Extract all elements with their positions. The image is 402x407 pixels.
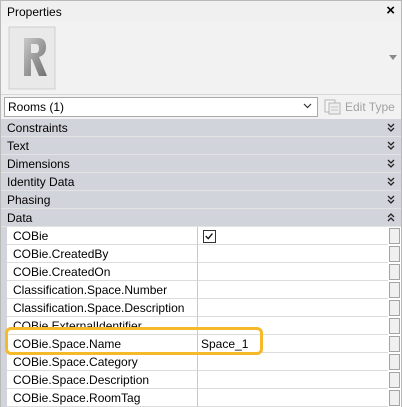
category-constraints[interactable]: Constraints (1, 119, 401, 137)
double-chevron-down-icon[interactable] (387, 177, 395, 186)
property-name-label: COBie.Space.RoomTag (13, 391, 141, 405)
associate-parameter-button[interactable] (389, 264, 400, 280)
associate-parameter-button[interactable] (389, 336, 400, 352)
property-name-label: COBie.Space.Description (13, 373, 150, 387)
double-chevron-down-icon[interactable] (387, 195, 395, 204)
property-value[interactable] (198, 281, 388, 299)
panel-title: Properties (7, 5, 62, 19)
cobie-checkbox[interactable] (203, 230, 216, 243)
highlight-callout (5, 327, 263, 355)
category-label: Constraints (7, 121, 68, 135)
property-name-label: Classification.Space.Description (13, 301, 185, 315)
type-preview (1, 23, 401, 95)
panel-titlebar: Properties × (1, 1, 401, 23)
property-name-label: COBie.CreatedBy (13, 247, 109, 261)
associate-parameter-button[interactable] (389, 246, 400, 262)
edit-type-icon (324, 99, 341, 115)
revit-r-logo-icon (8, 26, 56, 90)
category-data[interactable]: Data (1, 209, 401, 227)
category-phasing[interactable]: Phasing (1, 191, 401, 209)
edit-type-button[interactable]: Edit Type (324, 97, 398, 117)
property-name: COBie.Space.Category (7, 353, 198, 371)
property-name: COBie.Space.Description (7, 371, 198, 389)
property-row: Classification.Space.Number (1, 281, 401, 299)
property-row: COBie.CreatedOn (1, 263, 401, 281)
category-dimensions[interactable]: Dimensions (1, 155, 401, 173)
category-text[interactable]: Text (1, 137, 401, 155)
property-name-label: COBie (13, 229, 49, 243)
chevron-down-icon[interactable] (389, 55, 397, 60)
property-value[interactable] (198, 389, 388, 407)
category-label: Phasing (7, 193, 51, 207)
preview-scroll[interactable] (387, 31, 399, 83)
property-name: Classification.Space.Number (7, 281, 198, 299)
edit-type-label: Edit Type (345, 100, 395, 114)
property-value[interactable] (198, 299, 388, 317)
property-name-label: COBie.CreatedOn (13, 265, 111, 279)
category-label: Text (7, 139, 30, 153)
property-row: Classification.Space.Description (1, 299, 401, 317)
property-value[interactable] (198, 263, 388, 281)
property-value[interactable] (198, 245, 388, 263)
associate-parameter-button[interactable] (389, 300, 400, 316)
associate-parameter-button[interactable] (389, 390, 400, 406)
type-selector-row: Rooms (1) Edit Type (1, 96, 401, 119)
category-label: Dimensions (7, 157, 70, 171)
property-row: COBie.Space.RoomTag (1, 389, 401, 407)
property-name: Classification.Space.Description (7, 299, 198, 317)
property-value[interactable] (198, 353, 388, 371)
property-name: COBie.CreatedOn (7, 263, 198, 281)
property-name: COBie.CreatedBy (7, 245, 198, 263)
close-icon[interactable]: × (386, 3, 395, 19)
property-row: COBie.Space.Category (1, 353, 401, 371)
associate-parameter-button[interactable] (389, 228, 400, 244)
double-chevron-down-icon[interactable] (387, 159, 395, 168)
property-row-cobie: COBie (1, 227, 401, 245)
double-chevron-down-icon[interactable] (387, 141, 395, 150)
double-chevron-down-icon[interactable] (387, 123, 395, 132)
category-identity-data[interactable]: Identity Data (1, 173, 401, 191)
category-label: Data (7, 211, 33, 225)
associate-parameter-button[interactable] (389, 372, 400, 388)
type-selector-value: Rooms (1) (8, 100, 65, 114)
double-chevron-up-icon[interactable] (387, 213, 395, 222)
associate-parameter-button[interactable] (389, 282, 400, 298)
checkmark-icon (205, 233, 213, 240)
chevron-down-icon[interactable] (303, 101, 312, 110)
category-label: Identity Data (7, 175, 75, 189)
property-name-label: COBie.Space.Category (13, 355, 138, 369)
property-name: COBie (7, 227, 198, 245)
properties-grid: Constraints Text Dimensions Identity Dat… (1, 119, 401, 407)
property-name-label: Classification.Space.Number (13, 283, 168, 297)
property-value[interactable] (198, 371, 388, 389)
type-selector-dropdown[interactable]: Rooms (1) (4, 97, 318, 117)
properties-panel: Properties × Rooms (1) Edit Type Constra… (0, 0, 402, 407)
property-name: COBie.Space.RoomTag (7, 389, 198, 407)
property-row: COBie.CreatedBy (1, 245, 401, 263)
property-row: COBie.Space.Description (1, 371, 401, 389)
property-value[interactable] (198, 227, 388, 245)
associate-parameter-button[interactable] (389, 318, 400, 334)
associate-parameter-button[interactable] (389, 354, 400, 370)
